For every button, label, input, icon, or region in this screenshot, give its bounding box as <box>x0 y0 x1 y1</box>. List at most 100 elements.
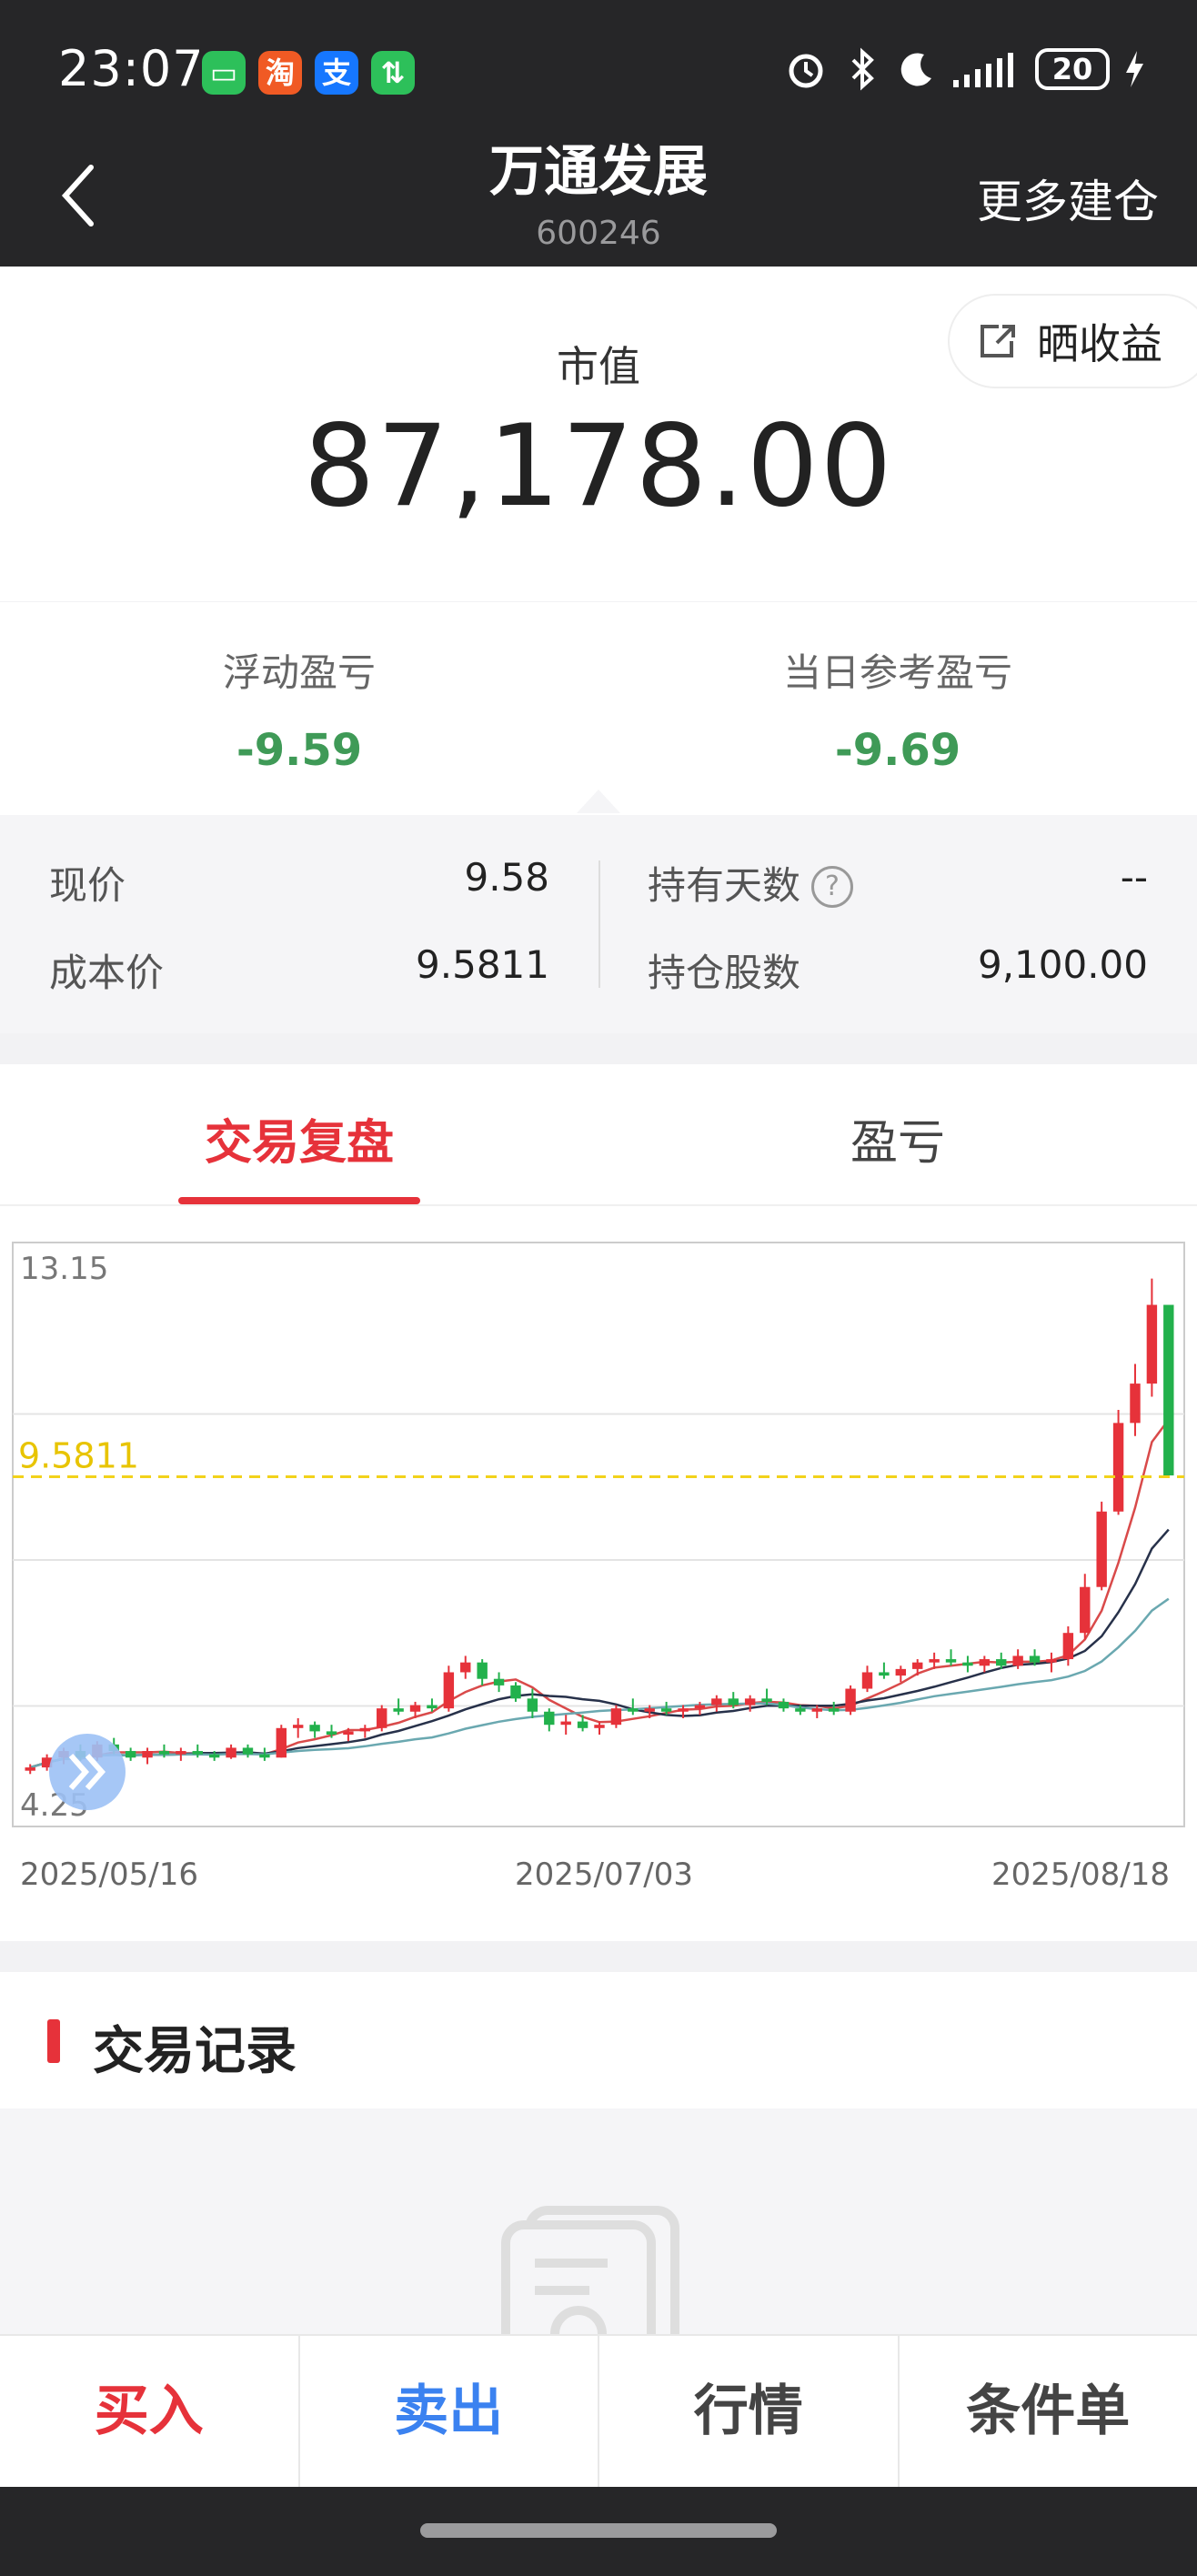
candle <box>1096 1501 1107 1591</box>
daily-pnl: 当日参考盈亏 -9.69 <box>598 642 1197 776</box>
candle-body <box>443 1672 455 1709</box>
x-label-mid: 2025/07/03 <box>515 1857 693 1893</box>
candle-body <box>1080 1586 1091 1634</box>
bottom-action-bar: 买入 卖出 行情 条件单 <box>0 2334 1197 2487</box>
cost-price-line-label: 9.5811 <box>18 1435 139 1475</box>
help-icon[interactable]: ? <box>811 866 854 908</box>
wechat-icon: ▭ <box>202 51 246 95</box>
holding-days-value: -- <box>1120 855 1148 900</box>
candle-body <box>192 1751 203 1755</box>
market-value: 87,178.00 <box>303 401 894 532</box>
holding-days-label: 持有天数 <box>648 863 801 908</box>
candle-body <box>761 1698 772 1702</box>
pnl-section: 浮动盈亏 -9.59 当日参考盈亏 -9.69 <box>0 602 1197 815</box>
candle-body <box>660 1708 672 1712</box>
kline-chart-panel: 9.5811 13.15 4.25 2025/05/16 2025/07/03 … <box>0 1206 1197 1941</box>
kline-chart[interactable]: 9.5811 13.15 4.25 2025/05/16 2025/07/03 … <box>0 1206 1197 1941</box>
candle-body <box>795 1708 806 1712</box>
candle <box>377 1705 387 1732</box>
candle-body <box>1062 1633 1074 1660</box>
candle-body <box>510 1685 521 1699</box>
top-header: 23:07 ▭ 淘 支 ⇅ 20 万通发展 600246 更多建仓 <box>0 0 1197 267</box>
cost-price-value: 9.5811 <box>416 942 549 987</box>
candle-body <box>694 1705 706 1709</box>
candle-body <box>359 1727 371 1732</box>
charging-icon <box>1126 51 1143 87</box>
x-label-end: 2025/08/18 <box>991 1857 1170 1893</box>
holding-days: 持有天数? <box>648 855 854 911</box>
candle-body <box>744 1698 756 1706</box>
candle-body <box>1012 1655 1023 1666</box>
candle-body <box>292 1725 304 1728</box>
daily-pnl-value: -9.69 <box>834 725 961 776</box>
empty-records-area <box>0 2108 1197 2343</box>
candle-body <box>409 1705 421 1712</box>
candle-body <box>895 1668 907 1676</box>
candle-body <box>577 1721 588 1728</box>
shares-label: 持仓股数 <box>648 951 801 995</box>
candle-body <box>377 1708 387 1728</box>
home-indicator[interactable] <box>420 2523 777 2538</box>
candle-body <box>962 1662 973 1666</box>
candle-body <box>276 1727 287 1758</box>
position-details: 现价 9.58 成本价 9.5811 持有天数? -- 持仓股数 9,100.0… <box>0 815 1197 1033</box>
conditional-order-button[interactable]: 条件单 <box>900 2336 1197 2487</box>
x-label-start: 2025/05/16 <box>20 1857 198 1893</box>
candle-body <box>259 1754 270 1758</box>
candle-body <box>828 1708 840 1712</box>
candle-body <box>628 1708 639 1712</box>
candle-body <box>393 1708 404 1712</box>
empty-document-icon <box>501 2206 679 2343</box>
share-profit-button[interactable]: 晒收益 <box>948 294 1197 388</box>
signal-icon <box>953 53 1013 87</box>
shares-value: 9,100.00 <box>977 942 1148 987</box>
floating-pnl: 浮动盈亏 -9.59 <box>0 642 598 776</box>
section-accent-bar <box>47 2019 60 2063</box>
candle-body <box>1046 1659 1057 1663</box>
candle-body <box>176 1751 186 1755</box>
y-max-label: 13.15 <box>20 1251 108 1287</box>
tab-pnl[interactable]: 盈亏 <box>598 1104 1197 1172</box>
candle <box>1112 1409 1124 1515</box>
alarm-icon <box>789 54 823 88</box>
candle-body <box>996 1659 1007 1666</box>
candle-body <box>644 1708 655 1712</box>
transfer-icon: ⇅ <box>371 51 415 95</box>
more-build-position-button[interactable]: 更多建仓 <box>977 166 1159 231</box>
sell-button[interactable]: 卖出 <box>300 2336 599 2487</box>
candle-body <box>879 1672 890 1676</box>
share-icon <box>981 325 1015 357</box>
candle-body <box>493 1678 505 1685</box>
quote-button[interactable]: 行情 <box>599 2336 900 2487</box>
battery-indicator: 20 <box>1035 48 1110 90</box>
candle-body <box>25 1767 35 1771</box>
divider <box>598 860 600 988</box>
daily-pnl-label: 当日参考盈亏 <box>782 650 1012 695</box>
candle <box>276 1725 287 1758</box>
candle-body <box>1112 1423 1124 1512</box>
candle-body <box>125 1751 136 1758</box>
candle-body <box>309 1725 320 1732</box>
candle-body <box>861 1672 873 1689</box>
current-price-label: 现价 <box>49 863 126 908</box>
candle-body <box>477 1662 488 1679</box>
tab-trade-review[interactable]: 交易复盘 <box>0 1104 598 1172</box>
candle-body <box>945 1659 957 1663</box>
candle-body <box>1146 1304 1158 1384</box>
candle-body <box>1163 1304 1174 1476</box>
candle-body <box>610 1708 622 1726</box>
candle-body <box>929 1659 940 1663</box>
candle-body <box>1096 1511 1107 1587</box>
floating-pnl-value: -9.59 <box>236 725 363 776</box>
buy-button[interactable]: 买入 <box>0 2336 300 2487</box>
trade-records-section: 交易记录 <box>0 1972 1197 2108</box>
candle <box>1163 1304 1174 1476</box>
moon-icon <box>900 53 931 86</box>
alipay-icon: 支 <box>315 51 358 95</box>
candle-body <box>427 1705 438 1709</box>
tab-bar: 交易复盘 盈亏 <box>0 1064 1197 1206</box>
candle-body <box>226 1747 236 1758</box>
candle-body <box>728 1698 739 1706</box>
system-nav-bar <box>0 2487 1197 2576</box>
status-time: 23:07 <box>58 40 205 97</box>
